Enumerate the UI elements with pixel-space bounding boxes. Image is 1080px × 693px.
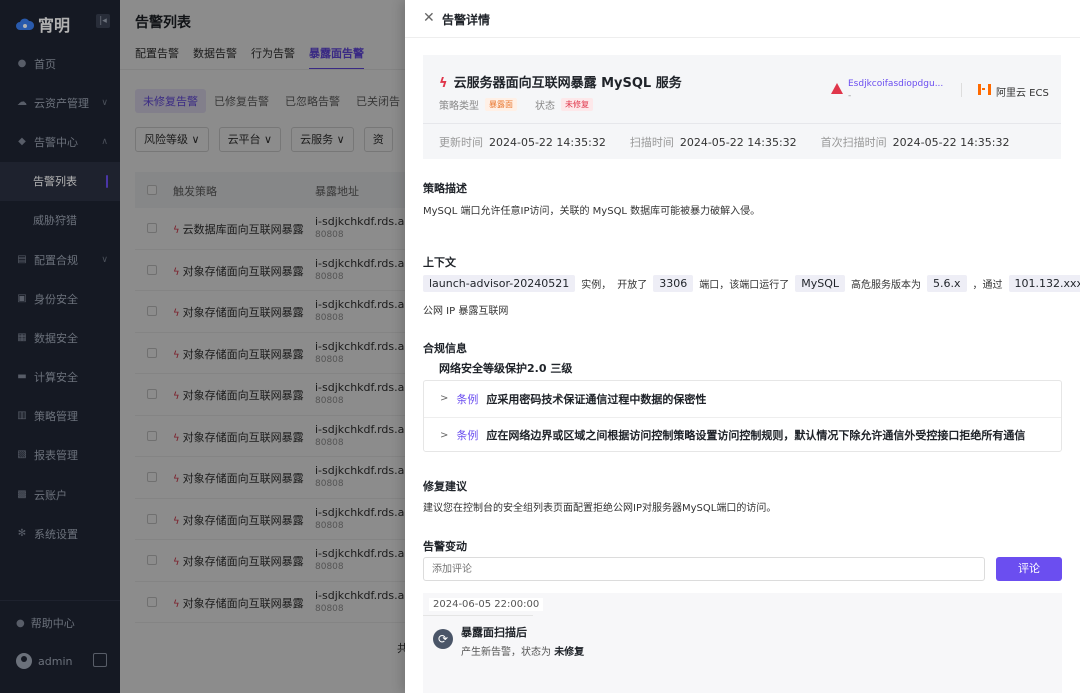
remediation-text: 建议您在控制台的安全组列表页面配置拒绝公网IP对服务器MySQL端口的访问。 xyxy=(423,503,777,514)
alert-event: 2024-06-05 22:00:00 ⟳ 暴露面扫描后 产生新告警，状态为 未… xyxy=(423,593,1062,693)
asset-subtext: - xyxy=(848,91,852,101)
cloud-service-label: 阿里云 ECS xyxy=(996,88,1049,99)
scan-time-value: 2024-05-22 14:35:32 xyxy=(679,136,797,149)
alert-summary-card: ϟ 云服务器面向互联网暴露 MySQL 服务 策略类型 暴露面 状态 未修复 Es… xyxy=(423,55,1061,159)
comment-button[interactable]: 评论 xyxy=(996,557,1062,581)
sidebar-overlay[interactable] xyxy=(0,0,120,693)
event-desc-text: 产生新告警，状态为 xyxy=(461,647,551,658)
compliance-clause[interactable]: > 条例 应采用密码技术保证通信过程中数据的保密性 xyxy=(424,381,1061,416)
drawer-header: ✕ 告警详情 xyxy=(405,0,1080,38)
scan-time-label: 扫描时间 xyxy=(629,136,674,149)
update-time-label: 更新时间 xyxy=(439,136,483,149)
first-scan-time-label: 首次扫描时间 xyxy=(820,136,887,149)
instance-chip: launch-advisor-20240521 xyxy=(423,275,576,292)
warning-icon xyxy=(831,83,843,94)
divider xyxy=(423,615,533,616)
context-line: launch-advisor-20240521 实例， 开放了 3306 端口，… xyxy=(423,275,1080,292)
status-badge: 未修复 xyxy=(561,98,593,111)
context-text: 开放了 xyxy=(617,280,648,291)
context-text: 端口，该端口运行了 xyxy=(699,280,790,291)
clause-text: 应在网络边界或区域之间根据访问控制策略设置访问控制规则，默认情况下除允许通信外受… xyxy=(486,429,1026,442)
chevron-right-icon[interactable]: > xyxy=(440,393,448,404)
context-text: 高危服务版本为 xyxy=(851,280,922,291)
context-text: 实例， xyxy=(581,280,612,291)
compliance-clause[interactable]: > 条例 应在网络边界或区域之间根据访问控制策略设置访问控制规则，默认情况下除允… xyxy=(424,417,1061,452)
scan-time: 扫描时间 2024-05-22 14:35:32 xyxy=(630,134,797,150)
aliyun-icon xyxy=(978,84,991,95)
compliance-clause-list: > 条例 应采用密码技术保证通信过程中数据的保密性 > 条例 应在网络边界或区域… xyxy=(423,380,1062,452)
alert-title: ϟ 云服务器面向互联网暴露 MySQL 服务 xyxy=(439,72,682,91)
event-status: 未修复 xyxy=(554,647,585,658)
description-text: MySQL 端口允许任意IP访问，关联的 MySQL 数据库可能被暴力破解入侵。 xyxy=(423,206,761,217)
alert-detail-drawer: ✕ 告警详情 ϟ 云服务器面向互联网暴露 MySQL 服务 策略类型 暴露面 状态… xyxy=(405,0,1080,693)
lightning-icon: ϟ xyxy=(439,76,448,91)
policy-type-label: 策略类型 xyxy=(439,101,479,112)
event-title: 暴露面扫描后 xyxy=(461,626,527,639)
alert-meta: 策略类型 暴露面 状态 未修复 xyxy=(439,97,593,112)
asset-id-link[interactable]: Esdjkcoifasdiopdgu... xyxy=(848,79,944,89)
clause-tag: 条例 xyxy=(456,429,479,442)
section-title-remediation: 修复建议 xyxy=(423,480,467,493)
section-title-context: 上下文 xyxy=(423,256,456,269)
refresh-icon: ⟳ xyxy=(433,629,453,649)
alert-title-text: 云服务器面向互联网暴露 MySQL 服务 xyxy=(453,76,682,91)
update-time-value: 2024-05-22 14:35:32 xyxy=(489,136,606,149)
section-title-compliance: 合规信息 xyxy=(423,342,467,355)
chevron-right-icon[interactable]: > xyxy=(440,430,448,441)
service-chip: MySQL xyxy=(795,275,846,292)
context-line-2: 公网 IP 暴露互联网 xyxy=(423,306,509,317)
divider xyxy=(423,123,1061,124)
version-chip: 5.6.x xyxy=(927,275,967,292)
ip-chip: 101.132.xxx.200 xyxy=(1008,275,1080,292)
compliance-standard: 网络安全等级保护2.0 三级 xyxy=(439,362,573,375)
clause-text: 应采用密码技术保证通信过程中数据的保密性 xyxy=(486,392,707,406)
event-timestamp: 2024-06-05 22:00:00 xyxy=(429,598,544,611)
context-text: ，通过 xyxy=(972,280,1003,291)
first-scan-time-value: 2024-05-22 14:35:32 xyxy=(892,136,1010,149)
status-label: 状态 xyxy=(535,101,555,112)
port-chip: 3306 xyxy=(653,275,694,292)
modal-overlay[interactable] xyxy=(120,0,405,693)
policy-type-badge: 暴露面 xyxy=(485,98,517,111)
section-title-description: 策略描述 xyxy=(423,182,467,195)
event-description: 产生新告警，状态为 未修复 xyxy=(461,643,584,658)
first-scan-time: 首次扫描时间 2024-05-22 14:35:32 xyxy=(821,134,1010,150)
divider xyxy=(961,83,962,97)
update-time: 更新时间 2024-05-22 14:35:32 xyxy=(439,134,606,150)
drawer-title: 告警详情 xyxy=(442,13,491,27)
section-title-changes: 告警变动 xyxy=(423,540,467,553)
clause-tag: 条例 xyxy=(456,392,479,406)
close-icon[interactable]: ✕ xyxy=(423,10,435,26)
alert-timestamps: 更新时间 2024-05-22 14:35:32 扫描时间 2024-05-22 1… xyxy=(439,134,1023,150)
comment-input[interactable] xyxy=(423,557,985,581)
